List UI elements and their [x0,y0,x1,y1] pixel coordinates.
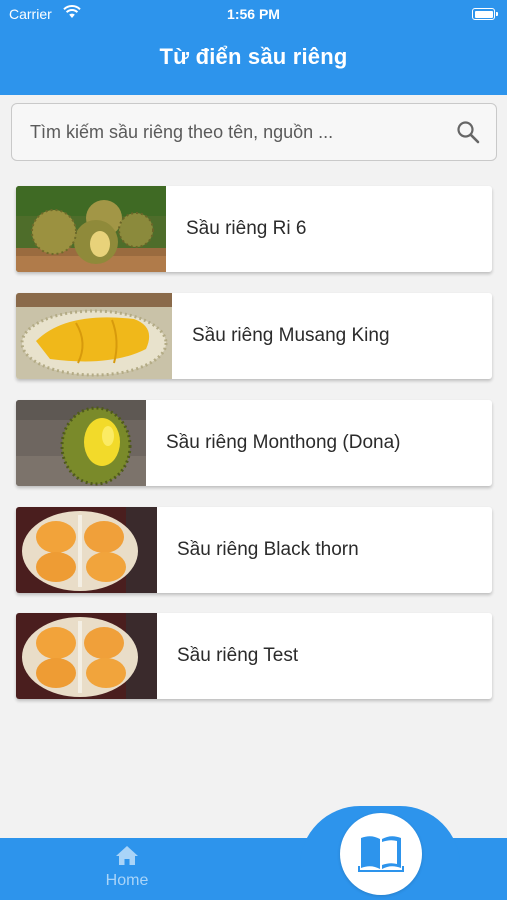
black-thorn-photo [16,507,157,593]
search-box[interactable] [11,103,497,161]
page-title: Từ điển sầu riêng [159,44,348,69]
book-icon [357,832,405,877]
list-item[interactable]: Sầu riêng Ri 6 [16,186,492,272]
list-item[interactable]: Sầu riêng Musang King [16,293,492,379]
monthong-photo [16,400,146,486]
durian-name: Sầu riêng Test [177,645,299,666]
durian-fruits-photo [16,186,166,272]
test-durian-photo [16,613,157,699]
search-input[interactable] [30,104,450,160]
battery-icon [472,8,498,20]
list-item[interactable]: Sầu riêng Test [16,613,492,699]
clock: 1:56 PM [227,6,280,22]
list-item[interactable]: Sầu riêng Monthong (Dona) [16,400,492,486]
tab-home[interactable]: Home [96,845,158,890]
app-bar: Carrier 1:56 PM Từ điển sầu riêng [0,0,507,95]
status-bar: Carrier 1:56 PM [0,0,507,28]
tab-home-label: Home [105,872,149,889]
musang-king-photo [16,293,172,379]
list-item[interactable]: Sầu riêng Black thorn [16,507,492,593]
dictionary-tab-button[interactable] [340,813,422,895]
durian-name: Sầu riêng Monthong (Dona) [166,432,401,453]
durian-name: Sầu riêng Musang King [192,325,390,346]
home-icon [115,846,139,870]
search-icon[interactable] [456,120,480,149]
durian-name: Sầu riêng Ri 6 [186,218,307,239]
durian-name: Sầu riêng Black thorn [177,539,359,560]
